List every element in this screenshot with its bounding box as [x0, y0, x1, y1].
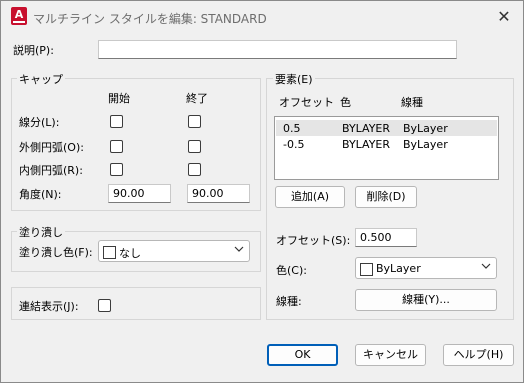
- element-linetype: ByLayer: [403, 122, 448, 135]
- caps-start-header: 開始: [108, 92, 130, 105]
- autocad-logo-icon: A: [11, 7, 27, 25]
- fill-group-label: 塗り潰し: [17, 224, 65, 240]
- help-button[interactable]: ヘルプ(H): [443, 344, 514, 366]
- element-color-label: 色(C):: [276, 264, 307, 277]
- outer-arc-end-checkbox[interactable]: [188, 140, 201, 153]
- add-element-button[interactable]: 追加(A): [275, 186, 345, 208]
- line-start-checkbox[interactable]: [110, 115, 123, 128]
- fill-color-label: 塗り潰し色(F):: [19, 246, 93, 259]
- element-color-value: ByLayer: [376, 262, 421, 275]
- list-item[interactable]: 0.5 BYLAYER ByLayer: [276, 120, 497, 136]
- caps-end-header: 終了: [186, 92, 208, 105]
- list-item[interactable]: -0.5 BYLAYER ByLayer: [276, 136, 497, 152]
- fill-color-select[interactable]: なし: [98, 240, 250, 262]
- chevron-down-icon: [234, 246, 244, 252]
- line-end-checkbox[interactable]: [188, 115, 201, 128]
- caps-group-label: キャップ: [17, 71, 65, 87]
- fill-color-swatch: [103, 246, 116, 259]
- description-input[interactable]: [98, 40, 457, 59]
- outer-arc-start-checkbox[interactable]: [110, 140, 123, 153]
- element-color-swatch: [360, 263, 373, 276]
- angle-label: 角度(N):: [19, 188, 62, 201]
- linetype-button[interactable]: 線種(Y)...: [355, 289, 497, 311]
- offset-input[interactable]: 0.500: [355, 228, 417, 247]
- color-column-header: 色: [340, 96, 351, 109]
- cancel-button[interactable]: キャンセル: [355, 344, 426, 366]
- delete-element-button[interactable]: 削除(D): [355, 186, 417, 208]
- joints-label: 連結表示(J):: [19, 300, 79, 313]
- multiline-style-dialog: A マルチライン スタイルを編集: STANDARD ✕ 説明(P): キャップ…: [0, 0, 524, 383]
- inner-arc-start-checkbox[interactable]: [110, 163, 123, 176]
- description-label: 説明(P):: [13, 44, 54, 57]
- joints-checkbox[interactable]: [98, 299, 111, 312]
- elements-group-label: 要素(E): [273, 71, 315, 87]
- outer-arc-label: 外側円弧(O):: [19, 141, 84, 154]
- offset-label: オフセット(S):: [276, 234, 351, 247]
- inner-arc-label: 内側円弧(R):: [19, 164, 83, 177]
- offset-column-header: オフセット: [279, 96, 334, 109]
- line-cap-label: 線分(L):: [19, 116, 60, 129]
- angle-start-input[interactable]: 90.00: [108, 184, 171, 203]
- linetype-label: 線種:: [276, 295, 302, 308]
- fill-color-value: なし: [119, 247, 141, 260]
- linetype-column-header: 線種: [401, 96, 423, 109]
- element-linetype: ByLayer: [403, 138, 448, 151]
- elements-list[interactable]: 0.5 BYLAYER ByLayer -0.5 BYLAYER ByLayer: [274, 116, 499, 180]
- element-color-select[interactable]: ByLayer: [355, 257, 497, 279]
- element-offset: -0.5: [283, 138, 305, 151]
- close-icon[interactable]: ✕: [494, 7, 514, 27]
- window-title: マルチライン スタイルを編集: STANDARD: [33, 12, 267, 26]
- angle-end-input[interactable]: 90.00: [187, 184, 250, 203]
- chevron-down-icon: [481, 263, 491, 269]
- element-color: BYLAYER: [342, 138, 391, 151]
- ok-button[interactable]: OK: [267, 344, 338, 366]
- element-color: BYLAYER: [342, 122, 391, 135]
- element-offset: 0.5: [283, 122, 301, 135]
- inner-arc-end-checkbox[interactable]: [188, 163, 201, 176]
- title-bar: A マルチライン スタイルを編集: STANDARD ✕: [1, 1, 523, 33]
